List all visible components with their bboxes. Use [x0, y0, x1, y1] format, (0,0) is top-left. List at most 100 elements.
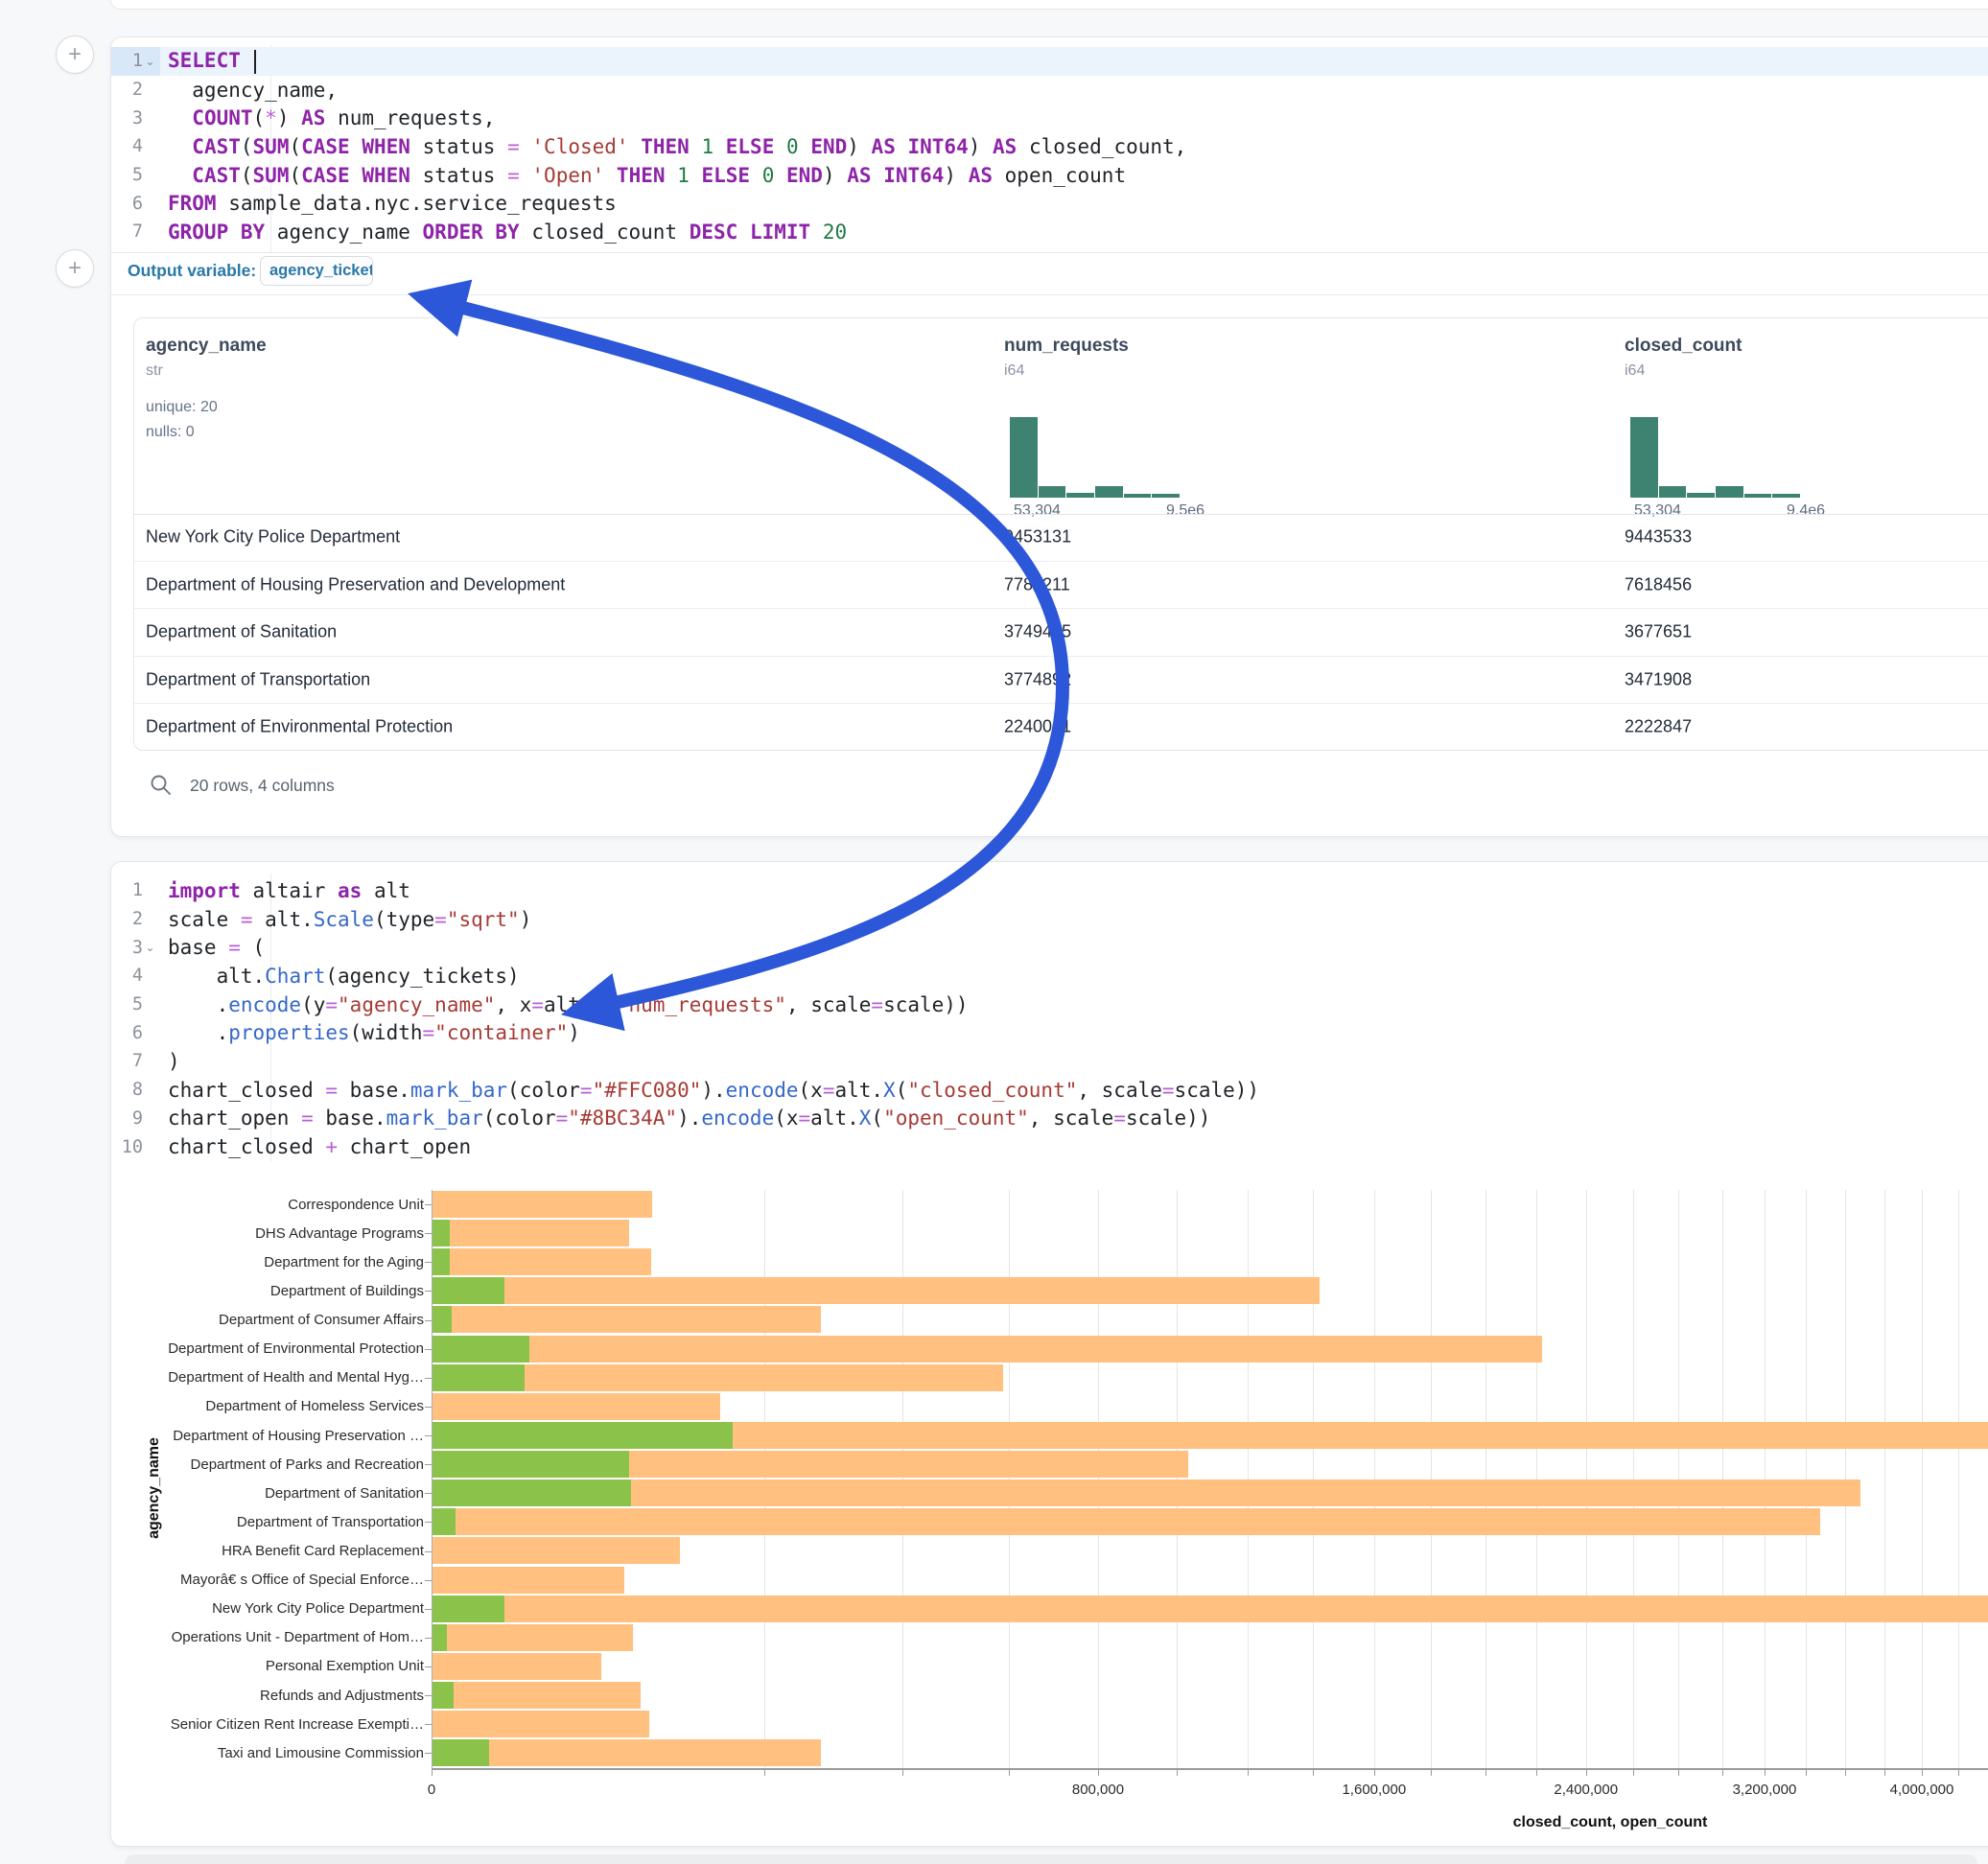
altair-chart: Correspondence UnitDHS Advantage Program… [111, 862, 1988, 1846]
next-cell-edge [125, 1854, 1977, 1864]
y-axis-label: Personal Exemption Unit [111, 1658, 424, 1674]
histogram-num-requests [1010, 415, 1181, 498]
y-tick [425, 1407, 432, 1408]
code-line[interactable]: 4 CAST(SUM(CASE WHEN status = 'Closed' T… [111, 132, 1988, 161]
y-tick [425, 1204, 432, 1205]
x-tick [1958, 1770, 1959, 1776]
y-tick [425, 1233, 432, 1234]
y-tick [425, 1753, 432, 1754]
y-axis-label: Department of Environmental Protection [111, 1340, 424, 1357]
code-line[interactable]: 3 COUNT(*) AS num_requests, [111, 104, 1988, 132]
gridline [1884, 1190, 1885, 1768]
code-text: FROM sample_data.nyc.service_requests [160, 192, 617, 215]
line-number: 2 [111, 76, 160, 105]
x-tick [1765, 1770, 1766, 1776]
bar-closed-count [432, 1624, 633, 1651]
histogram-closed-count [1630, 415, 1801, 498]
cell-num-requests: 3774892 [1004, 669, 1071, 689]
table-row[interactable]: Department of Housing Preservation and D… [134, 562, 1988, 610]
cell-closed-count: 3471908 [1625, 669, 1692, 689]
x-tick [1248, 1770, 1249, 1776]
y-axis-label: Department of Consumer Affairs [111, 1312, 424, 1328]
code-line[interactable]: 5 CAST(SUM(CASE WHEN status = 'Open' THE… [111, 161, 1988, 190]
cell-agency-name: New York City Police Department [146, 527, 400, 548]
y-axis-label: Department of Homeless Services [111, 1398, 424, 1414]
code-line[interactable]: 2 agency_name, [111, 76, 1988, 105]
bar-open-count [432, 1480, 631, 1506]
sql-code-editor[interactable]: 1⌄SELECT 2 agency_name,3 COUNT(*) AS num… [111, 47, 1988, 246]
code-line[interactable]: 6FROM sample_data.nyc.service_requests [111, 189, 1988, 218]
table-summary: 20 rows, 4 columns [190, 776, 335, 796]
table-row[interactable]: New York City Police Department945313194… [134, 514, 1988, 562]
bar-open-count [432, 1451, 629, 1478]
search-icon[interactable] [150, 774, 173, 797]
bar-closed-count [432, 1306, 821, 1333]
output-variable-label: Output variable: [128, 261, 256, 281]
bar-open-count [432, 1336, 529, 1363]
x-axis-label: 2,400,000 [1554, 1782, 1618, 1798]
table-row[interactable]: Department of Transportation377489234719… [134, 657, 1988, 705]
code-output-divider [111, 252, 1988, 253]
gridline [1958, 1190, 1959, 1768]
x-tick [1586, 1770, 1587, 1776]
bar-closed-count [432, 1711, 649, 1737]
x-tick [1806, 1770, 1807, 1776]
code-text: GROUP BY agency_name ORDER BY closed_cou… [160, 221, 847, 244]
code-line[interactable]: 1⌄SELECT [111, 47, 1988, 76]
x-tick [902, 1770, 903, 1776]
bar-closed-count [432, 1220, 629, 1247]
bar-open-count [432, 1277, 504, 1304]
code-text: COUNT(*) AS num_requests, [160, 106, 495, 129]
table-row[interactable]: Department of Sanitation37494853677651 [134, 609, 1988, 657]
y-axis-label: Taxi and Limousine Commission [111, 1745, 424, 1761]
y-tick [425, 1695, 432, 1696]
y-axis-line [432, 1190, 433, 1768]
line-number: 6 [111, 189, 160, 218]
line-number: 7 [111, 218, 160, 246]
bar-closed-count [432, 1739, 821, 1766]
bar-open-count [432, 1248, 450, 1275]
output-variable-pill[interactable]: agency_tickets [260, 256, 373, 286]
x-axis-line [432, 1768, 1988, 1770]
y-tick [425, 1291, 432, 1292]
y-axis-label: Department for the Aging [111, 1254, 424, 1270]
bar-open-count [432, 1596, 504, 1622]
bar-closed-count [432, 1191, 652, 1218]
x-axis-title: closed_count, open_count [1513, 1814, 1708, 1831]
y-tick [425, 1464, 432, 1465]
y-axis-label: Department of Health and Mental Hyg… [111, 1369, 424, 1386]
y-tick [425, 1666, 432, 1667]
column-header-agency-name[interactable]: agency_name [146, 336, 267, 357]
cell-closed-count: 2222847 [1625, 717, 1692, 737]
column-header-num-requests[interactable]: num_requests [1004, 336, 1129, 357]
y-axis-title: agency_name [146, 1437, 163, 1539]
y-axis-label: New York City Police Department [111, 1600, 424, 1617]
line-number: 3 [111, 104, 160, 132]
x-tick [1485, 1770, 1486, 1776]
add-cell-button-2[interactable]: + [56, 249, 94, 288]
code-text: CAST(SUM(CASE WHEN status = 'Open' THEN … [160, 164, 1126, 187]
x-tick [1845, 1770, 1846, 1776]
column-type-num-requests: i64 [1004, 362, 1024, 380]
bar-open-count [432, 1624, 447, 1651]
x-tick [1922, 1770, 1923, 1776]
x-axis-label: 0 [428, 1782, 435, 1798]
bar-open-count [432, 1508, 456, 1535]
cell-num-requests: 7782211 [1004, 574, 1070, 594]
bar-closed-count [432, 1653, 601, 1680]
y-axis-label: Senior Citizen Rent Increase Exempti… [111, 1716, 424, 1733]
code-line[interactable]: 7GROUP BY agency_name ORDER BY closed_co… [111, 218, 1988, 246]
x-axis-label: 800,000 [1072, 1782, 1124, 1798]
y-tick [425, 1262, 432, 1263]
table-row[interactable]: Department of Environmental Protection22… [134, 704, 1988, 751]
output-variable-value: agency_tickets [269, 262, 373, 280]
column-stat-unique: unique: 20 [146, 399, 218, 416]
outvar-table-divider [111, 294, 1988, 295]
add-cell-button[interactable]: + [56, 35, 94, 74]
column-header-closed-count[interactable]: closed_count [1625, 336, 1742, 357]
x-tick [1313, 1770, 1314, 1776]
x-tick [764, 1770, 765, 1776]
chevron-down-icon[interactable]: ⌄ [143, 56, 157, 67]
bar-closed-count [432, 1480, 1860, 1506]
y-tick [425, 1551, 432, 1552]
